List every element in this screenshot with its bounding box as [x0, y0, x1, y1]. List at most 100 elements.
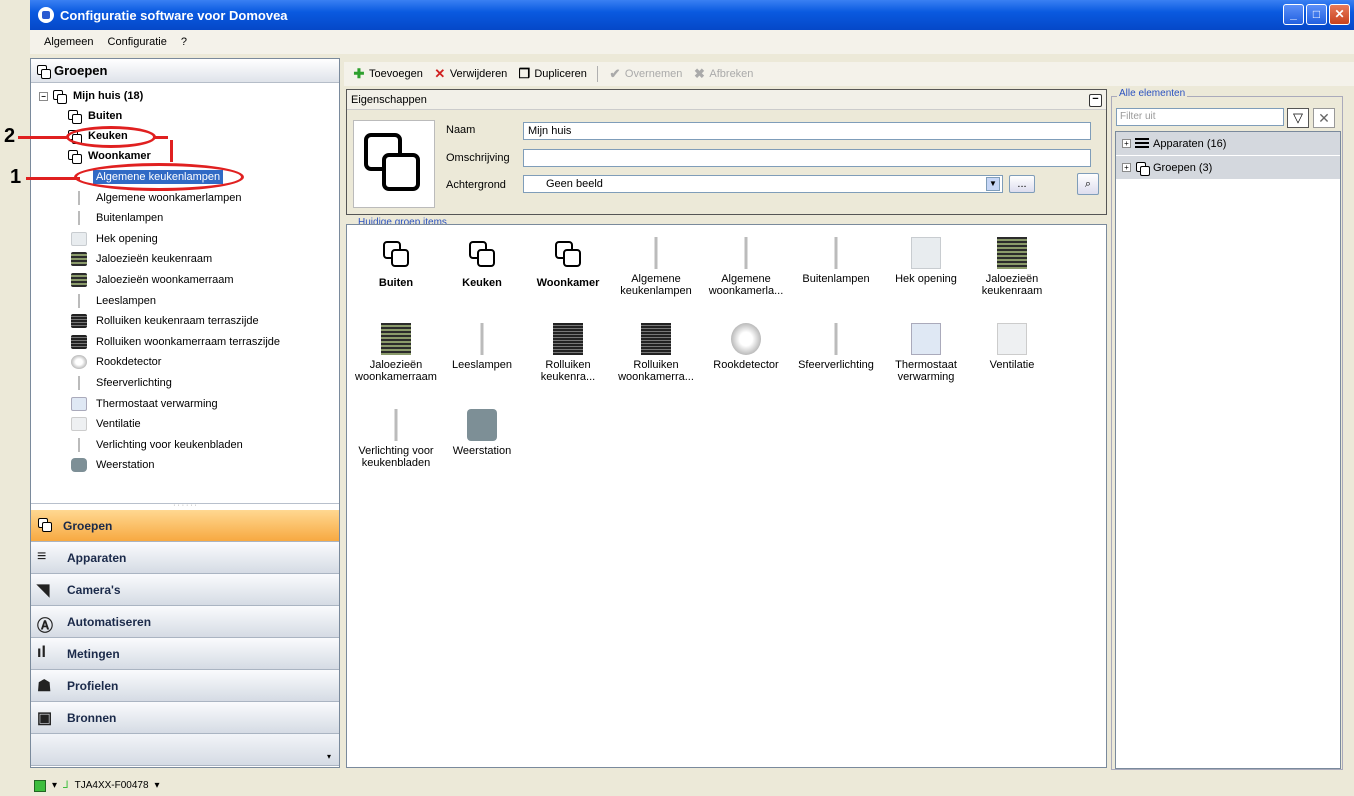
group-item[interactable]: Leeslampen [437, 323, 527, 371]
menu-bar: Algemeen Configuratie ? [30, 30, 1354, 54]
group-item[interactable]: Hek opening [881, 237, 971, 285]
group-item[interactable]: Algemene keukenlampen [611, 237, 701, 297]
menu-help[interactable]: ? [181, 36, 187, 48]
tree-group-label: Woonkamer [88, 150, 151, 162]
group-item[interactable]: Jaloezieën keukenraam [967, 237, 1057, 297]
tree-item-label: Jaloezieën woonkamerraam [96, 274, 234, 286]
group-item[interactable]: Sfeerverlichting [791, 323, 881, 371]
chevron-down-icon[interactable]: ▼ [986, 177, 1000, 191]
minimize-button[interactable]: _ [1283, 4, 1304, 25]
tree-item[interactable]: Buitenlampen [71, 208, 166, 228]
group-item[interactable]: Ventilatie [967, 323, 1057, 371]
group-large-icon[interactable] [353, 120, 435, 208]
sources-icon: ▣ [37, 709, 53, 727]
nav-button-cameras[interactable]: ◥ Camera's [31, 574, 339, 606]
naam-field[interactable]: Mijn huis [523, 122, 1091, 140]
tree-item[interactable]: Verlichting voor keukenbladen [71, 435, 246, 455]
group-item[interactable]: Buitenlampen [791, 237, 881, 285]
group-icon [37, 517, 55, 535]
collapse-icon[interactable]: − [39, 91, 48, 101]
title-bar: Configuratie software voor Domovea _ □ ✕ [30, 0, 1354, 30]
zoom-icon[interactable]: ⌕ [1077, 173, 1099, 195]
app-icon[interactable] [38, 7, 54, 23]
menu-algemeen[interactable]: Algemeen [44, 36, 94, 48]
menu-configuratie[interactable]: Configuratie [108, 36, 167, 48]
group-item-label: Leeslampen [452, 359, 512, 371]
tree-item-label: Rolluiken woonkamerraam terraszijde [96, 335, 281, 348]
add-button[interactable]: ✚ Toevoegen [352, 67, 423, 81]
lamp-icon [71, 211, 87, 226]
camera-icon: ◥ [37, 581, 50, 599]
group-item[interactable]: Rolluiken keukenra... [523, 323, 613, 383]
tree-item-label: Buitenlampen [96, 212, 164, 225]
group-item[interactable]: Woonkamer [523, 237, 613, 289]
connection-icon[interactable] [34, 779, 46, 792]
annotation-line-1 [26, 177, 80, 180]
nav-button-automatiseren[interactable]: Ⓐ Automatiseren [31, 606, 339, 638]
group-item[interactable]: Jaloezieën woonkamerraam [351, 323, 441, 383]
tree-item[interactable]: Rolluiken woonkamerraam terraszijde [71, 332, 283, 352]
close-button[interactable]: ✕ [1329, 4, 1350, 25]
expand-icon[interactable]: + [1122, 139, 1131, 148]
tree-item[interactable]: Weerstation [71, 455, 158, 475]
filter-icon[interactable]: ▽ [1287, 108, 1309, 128]
tree-item[interactable]: Rookdetector [71, 352, 164, 372]
tree-item[interactable]: Sfeerverlichting [71, 373, 175, 393]
omschrijving-field[interactable] [523, 149, 1091, 167]
nav-button-apparaten[interactable]: ≡ Apparaten [31, 542, 339, 574]
list-item-groepen[interactable]: + Groepen (3) [1116, 156, 1340, 180]
group-item[interactable]: Rolluiken woonkamerra... [611, 323, 701, 383]
group-item[interactable]: Keuken [437, 237, 527, 289]
tree-root[interactable]: − Mijn huis (18) [39, 86, 146, 106]
filter-input[interactable]: Filter uit [1116, 108, 1284, 126]
tree-item[interactable]: Leeslampen [71, 291, 159, 311]
tree-item[interactable]: Jaloezieën keukenraam [71, 249, 215, 269]
delete-button[interactable]: ✕ Verwijderen [433, 67, 507, 81]
achtergrond-value: Geen beeld [546, 178, 603, 190]
collapse-button[interactable]: − [1089, 94, 1102, 107]
maximize-button[interactable]: □ [1306, 4, 1327, 25]
tree-item[interactable]: Jaloezieën woonkamerraam [71, 270, 237, 290]
current-group-items: Buiten Keuken Woonkamer Algemene keukenlamp… [346, 224, 1107, 768]
group-item[interactable]: Buiten [351, 237, 441, 289]
tree-item[interactable]: Hek opening [71, 229, 161, 249]
cancel-button[interactable]: ✖ Afbreken [692, 67, 753, 81]
group-item[interactable]: Rookdetector [701, 323, 791, 371]
tree-group-buiten[interactable]: Buiten [67, 106, 125, 126]
chevron-down-icon[interactable]: ▾ [52, 780, 57, 791]
expand-icon[interactable]: + [1122, 163, 1131, 172]
achtergrond-select[interactable]: Geen beeld ▼ [523, 175, 1003, 193]
duplicate-button[interactable]: ❐ Dupliceren [517, 67, 586, 81]
tree-item[interactable]: Rolluiken keukenraam terraszijde [71, 311, 262, 331]
nav-button-metingen[interactable]: ıl Metingen [31, 638, 339, 670]
annotation-circle-1 [74, 163, 244, 191]
lamp-icon [71, 293, 87, 308]
tree-item-label: Rookdetector [96, 356, 162, 369]
group-item[interactable]: Thermostaat verwarming [881, 323, 971, 383]
tree-item[interactable]: Thermostaat verwarming [71, 394, 221, 414]
group-item[interactable]: Algemene woonkamerla... [701, 237, 791, 297]
group-item-label: Keuken [462, 277, 502, 289]
apply-button[interactable]: ✔ Overnemen [608, 67, 682, 81]
list-item-apparaten[interactable]: + Apparaten (16) [1116, 132, 1340, 156]
nav-button-profielen[interactable]: ☗ Profielen [31, 670, 339, 702]
nav-button-groepen[interactable]: Groepen [31, 510, 339, 542]
panel-splitter[interactable]: · · · · · · [31, 502, 339, 509]
group-item[interactable]: Weerstation [437, 409, 527, 457]
chevron-down-icon[interactable]: ▾ [155, 780, 160, 791]
group-item[interactable]: Verlichting voor keukenbladen [351, 409, 441, 469]
nav-button-bronnen[interactable]: ▣ Bronnen [31, 702, 339, 734]
lamp-icon [821, 323, 851, 355]
clear-filter-icon[interactable]: ✕ [1313, 108, 1335, 128]
group-item-label: Weerstation [452, 445, 512, 457]
browse-button[interactable]: ... [1009, 175, 1035, 193]
annotation-line-2b [154, 136, 168, 139]
shutter-icon [553, 323, 583, 355]
nav-button-label: Profielen [67, 678, 119, 693]
nav-overflow[interactable]: ▾ [31, 734, 339, 766]
group-item-label: Buiten [378, 277, 414, 289]
group-item-label: Verlichting voor keukenbladen [358, 445, 434, 469]
lamp-icon [641, 237, 671, 269]
ventilation-icon [71, 417, 87, 432]
tree-item[interactable]: Ventilatie [71, 414, 144, 434]
